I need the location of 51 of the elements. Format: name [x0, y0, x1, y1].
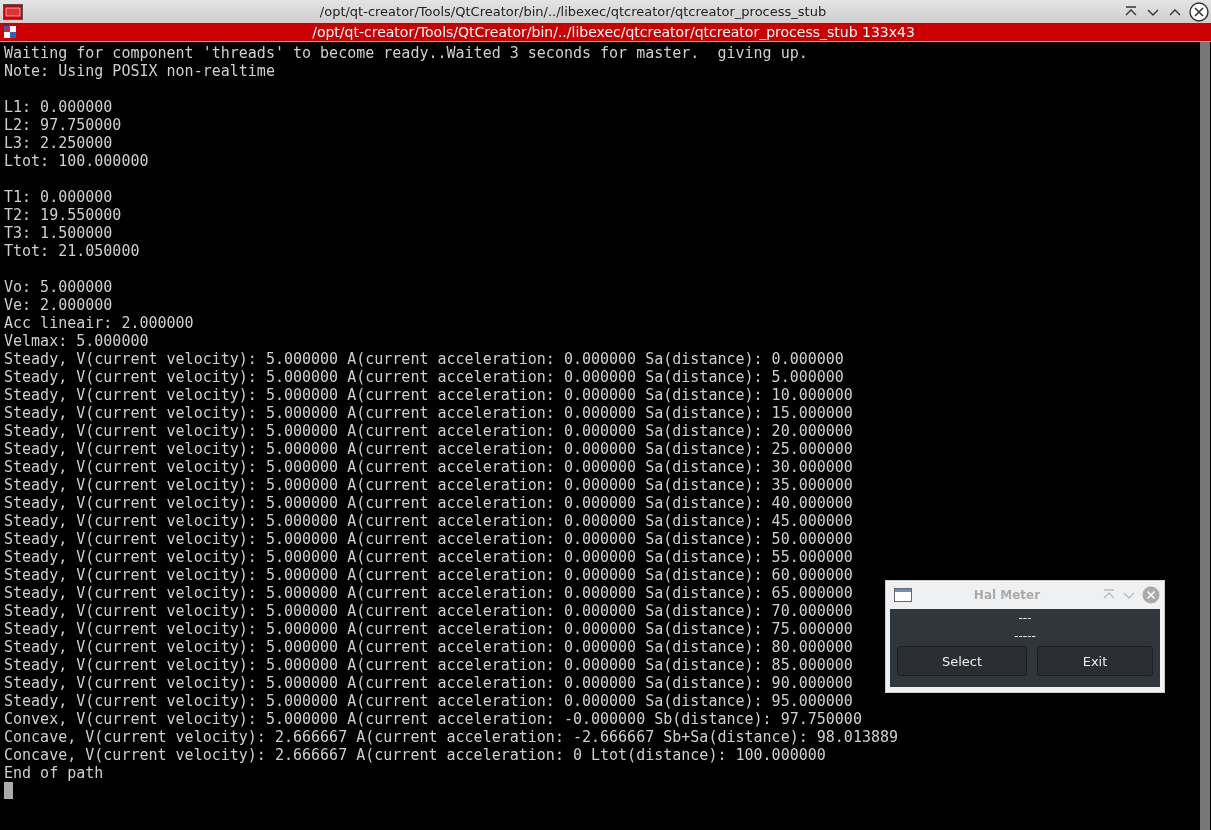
output-line: Steady, V(current velocity): 5.000000 A(current acceleration: 0.000000 Sa(distance): 85.000000 [4, 656, 853, 674]
pin-name: ----- [1014, 629, 1036, 643]
text-cursor [4, 782, 13, 799]
output-line: Steady, V(current velocity): 5.000000 A(current acceleration: 0.000000 Sa(distance): 35.000000 [4, 476, 853, 494]
output-line: Ve: 2.000000 [4, 296, 113, 314]
output-line: Convex, V(current velocity): 5.000000 A(current acceleration: -0.000000 Sb(distance): 97.750000 [4, 710, 862, 728]
scroll-bar[interactable] [1200, 42, 1210, 830]
output-line: Waiting for component 'threads' to become ready..Waited 3 seconds for master. giving up. [4, 44, 808, 62]
output-line: Steady, V(current velocity): 5.000000 A(current acceleration: 0.000000 Sa(distance): 20.000000 [4, 422, 853, 440]
output-line: Steady, V(current velocity): 5.000000 A(current acceleration: 0.000000 Sa(distance): 5.000000 [4, 368, 844, 386]
output-line: Steady, V(current velocity): 5.000000 A(current acceleration: 0.000000 Sa(distance): 30.000000 [4, 458, 853, 476]
output-line: Steady, V(current velocity): 5.000000 A(current acceleration: 0.000000 Sa(distance): 70.000000 [4, 602, 853, 620]
output-line: Steady, V(current velocity): 5.000000 A(current acceleration: 0.000000 Sa(distance): 75.000000 [4, 620, 853, 638]
window-title: Hal Meter [972, 588, 1042, 602]
app-icon [3, 3, 23, 20]
output-line: Steady, V(current velocity): 5.000000 A(current acceleration: 0.000000 Sa(distance): 65.000000 [4, 584, 853, 602]
output-line: Steady, V(current velocity): 5.000000 A(current acceleration: 0.000000 Sa(distance): 25.000000 [4, 440, 853, 458]
output-line: T3: 1.500000 [4, 224, 113, 242]
dialog-button[interactable]: Select [897, 646, 1027, 676]
output-line: Velmax: 5.000000 [4, 332, 149, 350]
output-line: Note: Using POSIX non-realtime [4, 62, 275, 80]
output-line: Steady, V(current velocity): 5.000000 A(current acceleration: 0.000000 Sa(distance): 50.000000 [4, 530, 853, 548]
dialog-button[interactable]: Exit [1037, 646, 1153, 676]
output-line: Steady, V(current velocity): 5.000000 A(current acceleration: 0.000000 Sa(distance): 60.000000 [4, 566, 853, 584]
output-line: Vo: 5.000000 [4, 278, 113, 296]
output-line: Steady, V(current velocity): 5.000000 A(current acceleration: 0.000000 Sa(distance): 55.000000 [4, 548, 853, 566]
output-line: Steady, V(current velocity): 5.000000 A(current acceleration: 0.000000 Sa(distance): 10.000000 [4, 386, 853, 404]
window-title: /opt/qt-creator/Tools/QtCreator/bin/../libexec/qtcreator/qtcreator_process_stub [318, 4, 828, 19]
output-line: L3: 2.250000 [4, 134, 113, 152]
meter-value: --- [1018, 611, 1032, 625]
output-line: Ltot: 100.000000 [4, 152, 149, 170]
output-line: L2: 97.750000 [4, 116, 122, 134]
output-line: Steady, V(current velocity): 5.000000 A(current acceleration: 0.000000 Sa(distance): 40.000000 [4, 494, 853, 512]
output-line: Steady, V(current velocity): 5.000000 A(current acceleration: 0.000000 Sa(distance): 45.000000 [4, 512, 853, 530]
output-line: Ttot: 21.050000 [4, 242, 140, 260]
output-line: Steady, V(current velocity): 5.000000 A(current acceleration: 0.000000 Sa(distance): 90.000000 [4, 674, 853, 692]
output-line: T1: 0.000000 [4, 188, 113, 206]
output-line: Steady, V(current velocity): 5.000000 A(current acceleration: 0.000000 Sa(distance): 15.000000 [4, 404, 853, 422]
output-line: Acc lineair: 2.000000 [4, 314, 194, 332]
output-line: Concave, V(current velocity): 2.666667 A(current acceleration: 0 Ltot(distance): 100.000000 [4, 746, 826, 764]
window-icon [894, 588, 912, 602]
close-icon[interactable] [1189, 1, 1209, 22]
output-line: Steady, V(current velocity): 5.000000 A(current acceleration: 0.000000 Sa(distance): 80.000000 [4, 638, 853, 656]
output-line: Steady, V(current velocity): 5.000000 A(current acceleration: 0.000000 Sa(distance): 0.000000 [4, 350, 844, 368]
output-line: T2: 19.550000 [4, 206, 122, 224]
output-line: L1: 0.000000 [4, 98, 113, 116]
output-line: End of path [4, 764, 104, 782]
output-line: Steady, V(current velocity): 5.000000 A(current acceleration: 0.000000 Sa(distance): 95.000000 [4, 692, 853, 710]
terminal-icon [4, 26, 16, 38]
terminal-title: /opt/qt-creator/Tools/QtCreator/bin/../libexec/qtcreator/qtcreator_process_stub 133x43 [311, 24, 916, 40]
output-line: Concave, V(current velocity): 2.666667 A(current acceleration: -2.666667 Sb+Sa(distance): 98.013889 [4, 728, 899, 746]
